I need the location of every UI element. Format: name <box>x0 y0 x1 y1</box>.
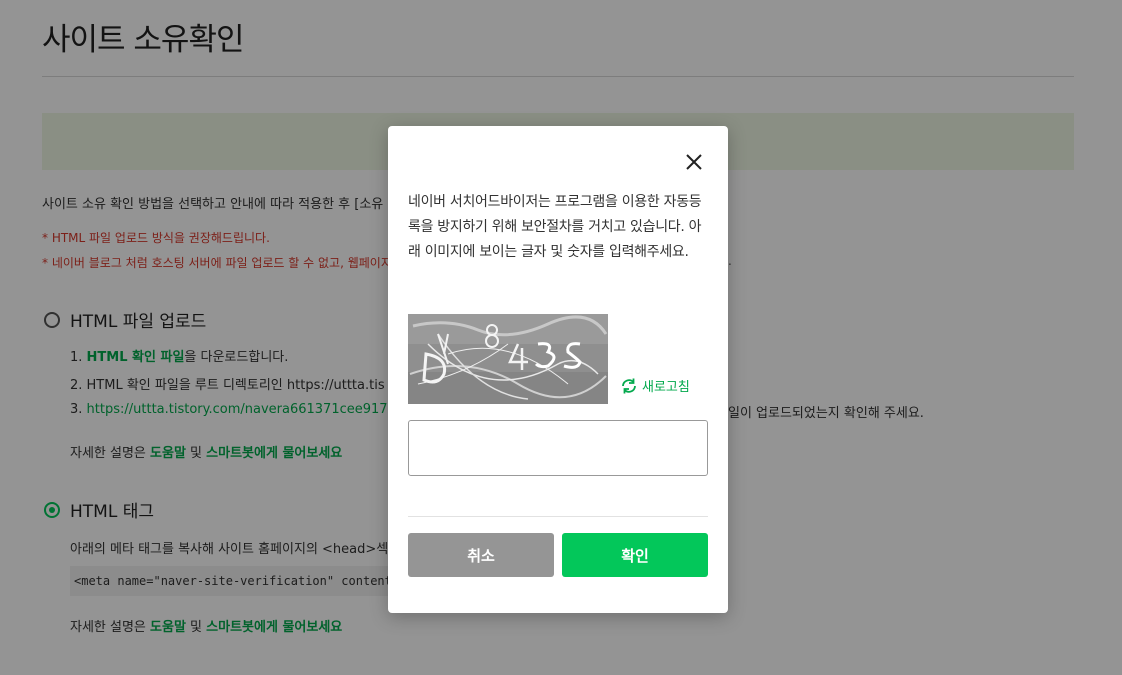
captcha-input[interactable] <box>408 420 708 476</box>
cancel-button[interactable]: 취소 <box>408 533 554 577</box>
captcha-image <box>408 314 608 404</box>
captcha-message: 네이버 서치어드바이저는 프로그램을 이용한 자동등록을 방지하기 위해 보안절… <box>408 194 702 260</box>
close-button[interactable] <box>682 150 706 174</box>
refresh-label: 새로고침 <box>642 380 690 395</box>
captcha-dialog: 네이버 서치어드바이저는 프로그램을 이용한 자동등록을 방지하기 위해 보안절… <box>388 126 728 613</box>
modal-divider <box>408 516 708 517</box>
refresh-captcha-button[interactable]: 새로고침 <box>620 376 690 395</box>
close-icon <box>686 154 702 170</box>
confirm-button[interactable]: 확인 <box>562 533 708 577</box>
refresh-icon <box>622 378 636 393</box>
